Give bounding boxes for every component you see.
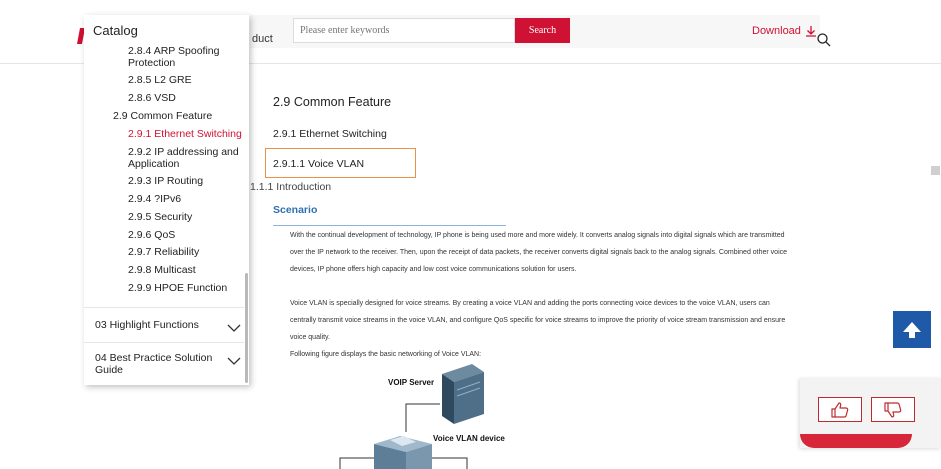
search-input[interactable] [293,18,515,43]
catalog-scrollbar[interactable] [245,273,248,383]
subsection-heading: 2.9.1 Ethernet Switching [273,128,387,140]
search-button[interactable]: Search [515,18,570,43]
chevron-down-icon[interactable] [227,356,241,366]
catalog-divider [84,342,244,343]
catalog-item[interactable]: 2.9.9 HPOE Function [128,282,227,294]
scenario-heading: Scenario [273,204,318,216]
voice-vlan-heading: 2.9.1.1 Voice VLAN [273,158,365,170]
catalog-panel: Catalog 2.8.4 ARP Spoofing Protection 2.… [84,15,249,385]
catalog-item[interactable]: 2.9.2 IP addressing and Application [128,146,240,170]
catalog-item[interactable]: 2.9 Common Feature [113,110,212,122]
paragraph-line: over the IP network to the receiver. The… [290,249,788,256]
voip-server-label: VOIP Server [388,378,435,387]
paragraph-line: centrally transmit voice streams in the … [290,317,786,324]
catalog-item[interactable]: 2.9.3 IP Routing [128,175,203,187]
voice-vlan-device-label: Voice VLAN device [433,434,505,443]
feedback-tab[interactable] [800,434,912,448]
nav-menu-item[interactable]: duct [252,33,273,45]
download-label: Download [752,25,801,37]
magnifier-icon[interactable] [817,33,831,47]
catalog-item[interactable]: 2.9.6 QoS [128,229,175,241]
catalog-section-best-practice[interactable]: 04 Best Practice Solution Guide [95,352,220,376]
device-link-left [339,457,374,469]
paragraph-voice-vlan: Voice VLAN is specially designed for voi… [290,295,820,346]
device-link-right [432,457,468,469]
chevron-down-icon[interactable] [227,323,241,333]
catalog-item[interactable]: 2.8.6 VSD [128,92,176,104]
paragraph-intro: With the continual development of techno… [290,227,820,278]
scenario-underline [273,225,506,226]
download-link[interactable]: Download [752,25,817,37]
catalog-item[interactable]: 2.9.4 ?IPv6 [128,193,181,205]
paragraph-line: Voice VLAN is specially designed for voi… [290,300,770,307]
catalog-item[interactable]: 2.9.8 Multicast [128,264,196,276]
server-link [405,403,440,432]
arrow-up-icon [903,321,921,338]
catalog-title: Catalog [93,23,138,38]
thumbs-up-icon [831,401,849,418]
page: duct Search Download Catalog 2.8.4 ARP S… [0,0,941,469]
catalog-item[interactable]: 2.8.4 ARP Spoofing Protection [128,45,238,69]
download-arrow-icon [805,26,816,37]
dislike-button[interactable] [871,397,915,422]
section-heading: 2.9 Common Feature [273,95,392,109]
page-scrollbar-thumb[interactable] [931,166,940,175]
paragraph-line: devices, IP phone offers high capacity a… [290,266,577,273]
thumbs-down-icon [884,401,902,418]
paragraph-line: With the continual development of techno… [290,232,785,239]
catalog-section-highlight-functions[interactable]: 03 Highlight Functions [95,319,199,331]
switch-icon [374,436,432,469]
catalog-item-active[interactable]: 2.9.1 Ethernet Switching [128,128,242,140]
catalog-item[interactable]: 2.9.7 Reliability [128,246,199,258]
paragraph-line: voice quality. [290,334,330,341]
like-button[interactable] [818,397,862,422]
catalog-divider [84,307,244,308]
back-to-top-button[interactable] [893,311,931,348]
introduction-heading: 1.1.1 Introduction [250,181,332,193]
catalog-item[interactable]: 2.8.5 L2 GRE [128,74,192,86]
server-icon [442,364,484,424]
voice-vlan-diagram [339,364,484,469]
catalog-item[interactable]: 2.9.5 Security [128,211,192,223]
